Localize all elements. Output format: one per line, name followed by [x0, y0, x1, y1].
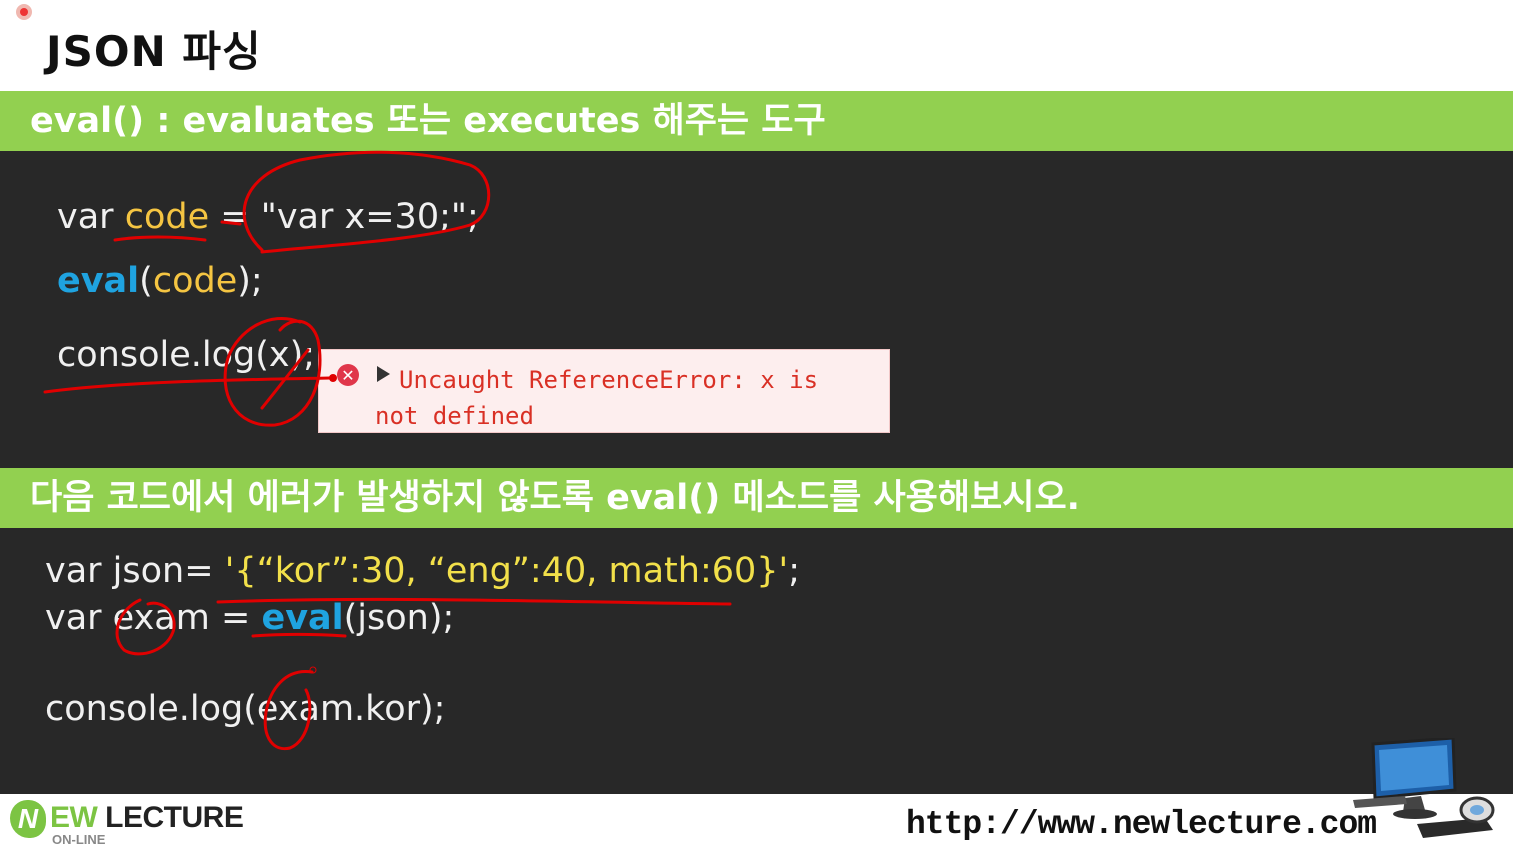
- section1-heading: eval() : evaluates 또는 executes 해주는 도구: [0, 91, 1513, 151]
- code-line-var-json: var json= '{“kor”:30, “eng”:40, math:60}…: [45, 554, 800, 589]
- keyword-var-json: var json=: [45, 551, 214, 591]
- error-message: Uncaught ReferenceError: x is not define…: [375, 366, 819, 430]
- string-value: "var x=30;";: [260, 197, 479, 237]
- slide-title: JSON 파싱: [46, 27, 262, 76]
- semicolon: ;: [788, 551, 800, 591]
- function-eval-2: eval: [261, 598, 344, 638]
- newlecture-logo-icon: N: [10, 800, 46, 838]
- record-dot-icon: [16, 4, 32, 20]
- section2-heading: 다음 코드에서 에러가 발생하지 않도록 eval() 메소드를 사용해보시오.: [0, 468, 1513, 528]
- logo-lecture: LECTURE: [97, 801, 244, 834]
- console-error-box: ✕ Uncaught ReferenceError: x is not defi…: [318, 349, 890, 433]
- computer-illustration-icon: [1353, 738, 1495, 838]
- function-eval: eval: [57, 261, 140, 301]
- website-url: http://www.newlecture.com: [906, 806, 1377, 843]
- argument-code: code: [152, 261, 238, 301]
- paren-open: (: [139, 261, 153, 301]
- code-line-var-exam: var exam = eval(json);: [45, 601, 454, 636]
- paren-close: );: [237, 261, 263, 301]
- keyword-var-exam: var exam =: [45, 598, 251, 638]
- operator-equals: =: [220, 197, 250, 237]
- code-line-console-log-x: console.log(x);: [57, 335, 316, 375]
- error-circle-icon: ✕: [337, 364, 359, 386]
- logo-ew: EW: [50, 801, 98, 834]
- logo-text: EW LECTURE: [50, 801, 244, 835]
- logo-subtitle: ON-LINE: [52, 832, 106, 847]
- code-line-console-log-exam: console.log(exam.kor);: [45, 689, 446, 729]
- json-string: '{“kor”:30, “eng”:40, math:60}': [224, 551, 789, 591]
- code-line-var-code: var code = "var x=30;";: [57, 200, 479, 235]
- keyword-var: var: [57, 197, 114, 237]
- eval-args: (json);: [343, 598, 455, 638]
- identifier-code: code: [124, 197, 210, 237]
- code-line-eval-code: eval(code);: [57, 264, 263, 299]
